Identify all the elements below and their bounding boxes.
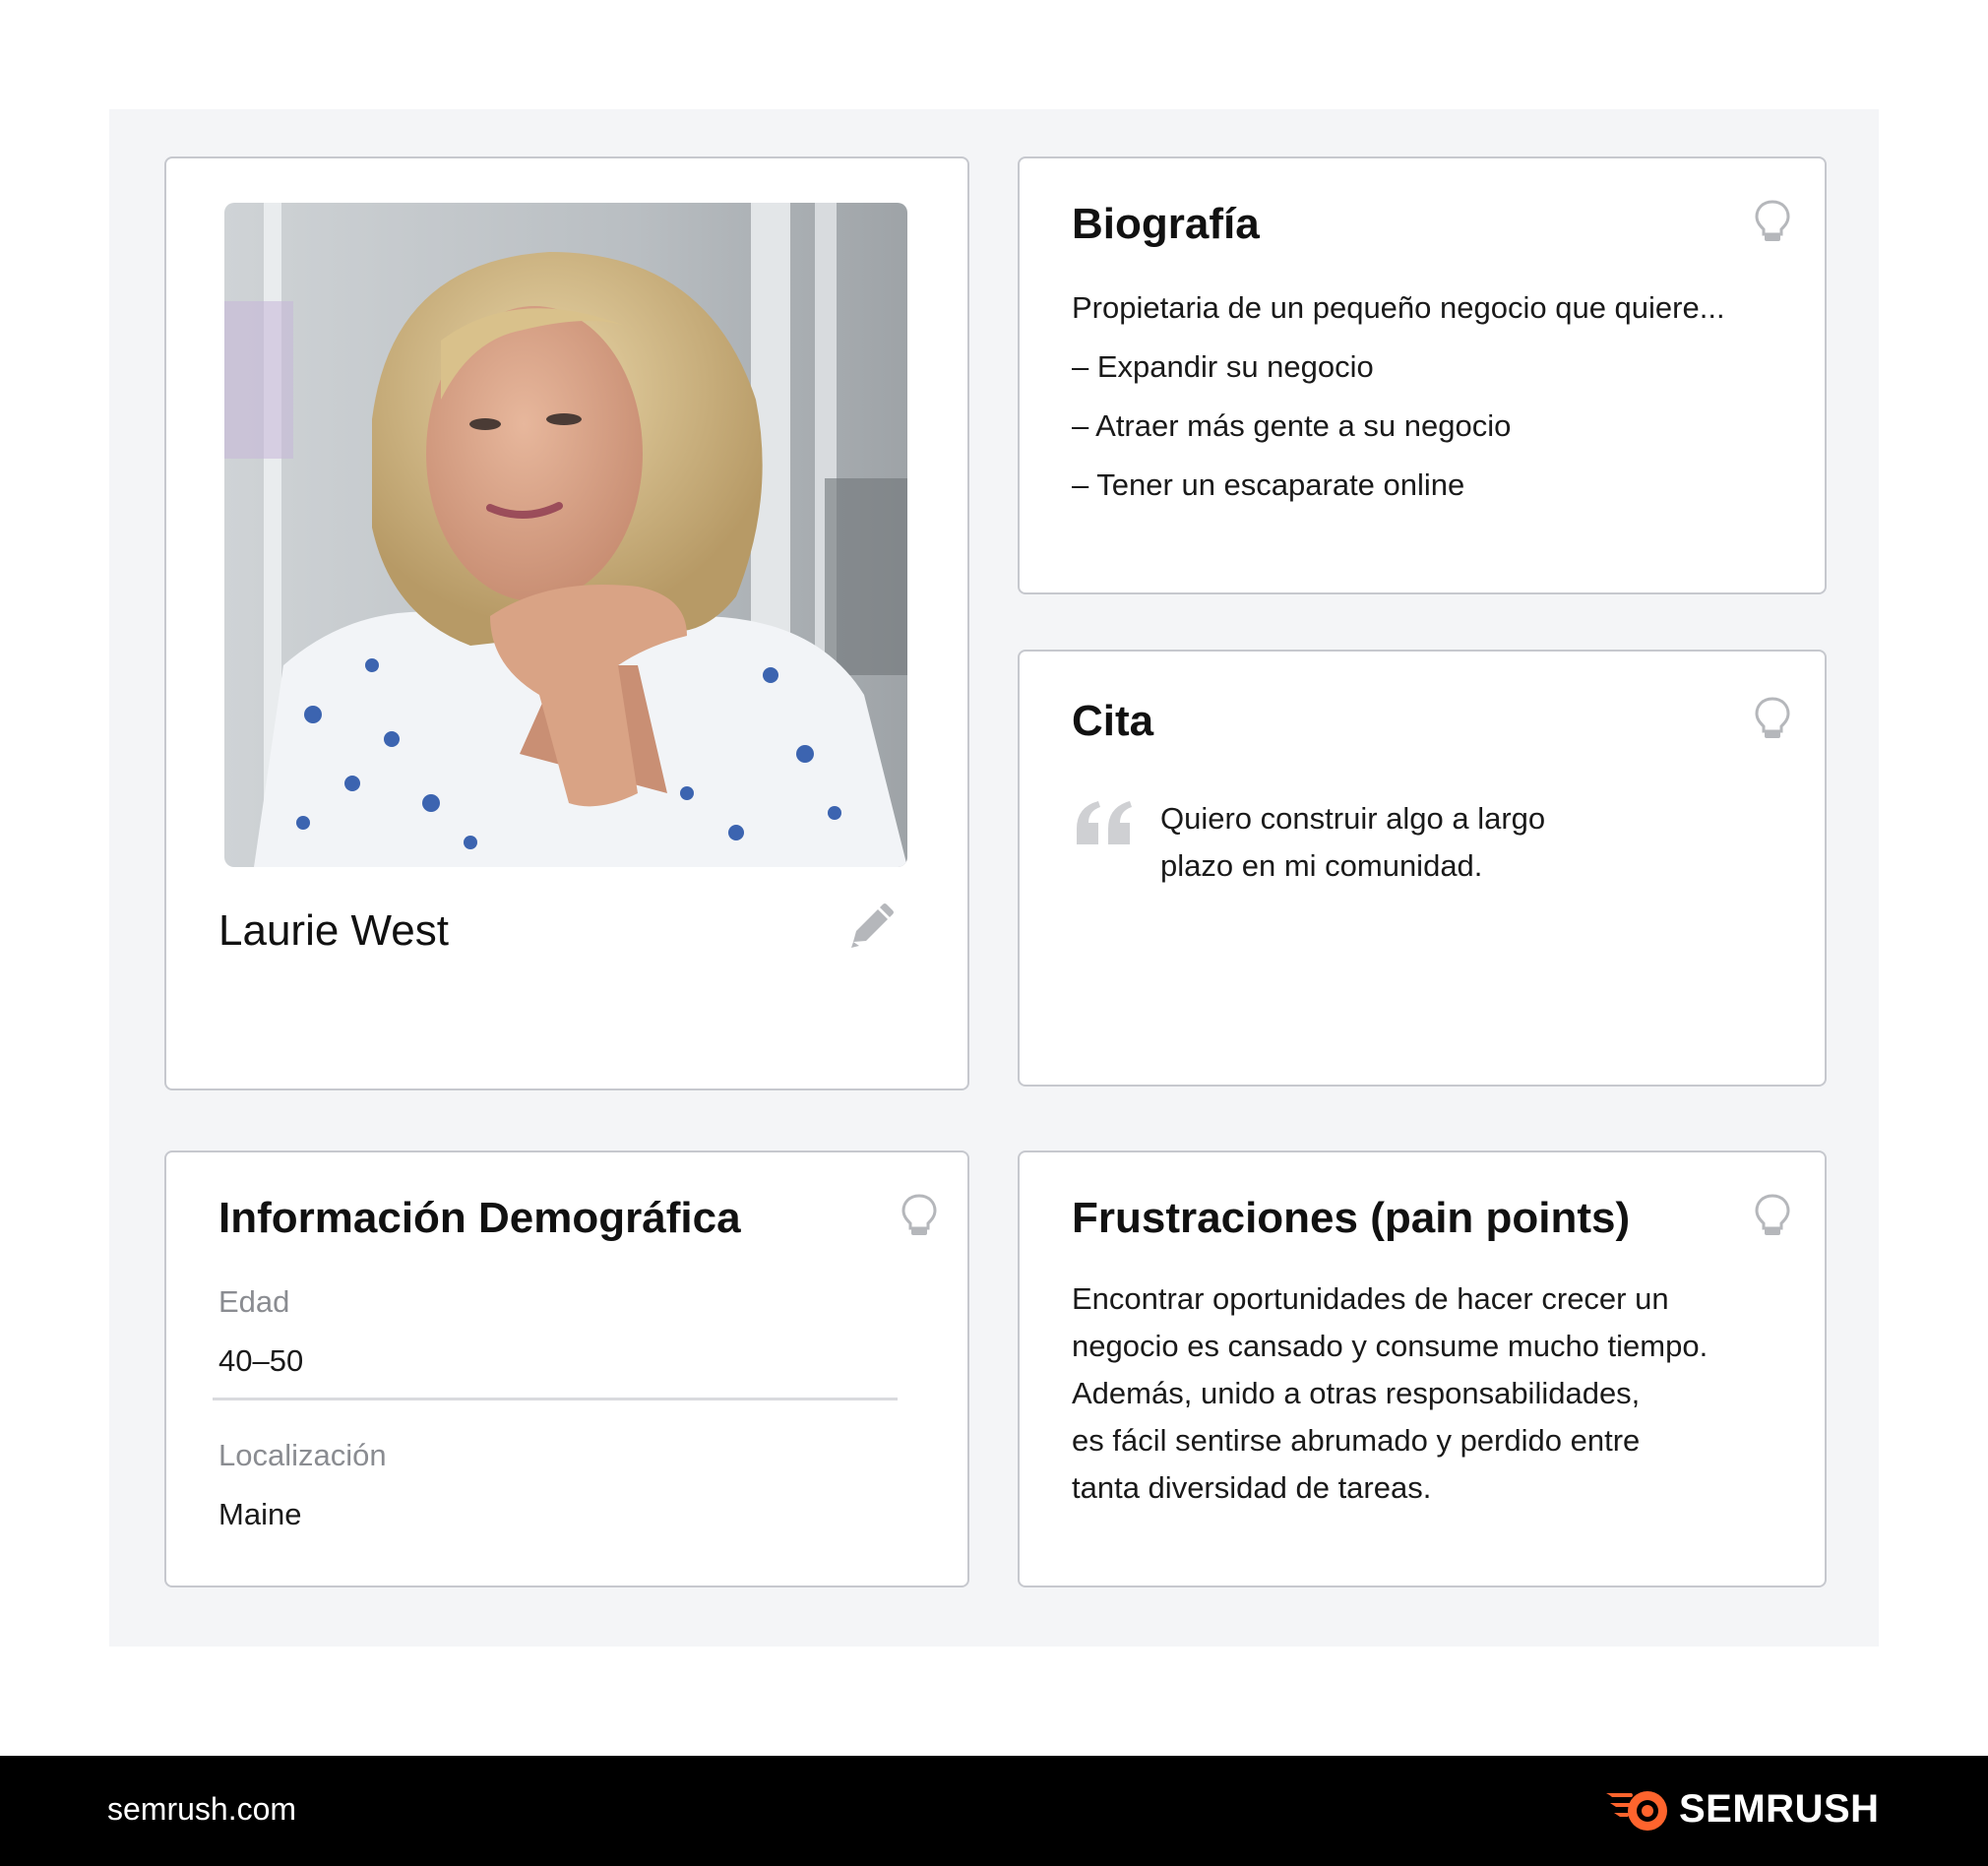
biography-item: – Atraer más gente a su negocio [1072, 408, 1512, 443]
frustrations-line: es fácil sentirse abrumado y perdido ent… [1072, 1423, 1641, 1458]
persona-photo [224, 203, 907, 867]
lightbulb-icon[interactable] [1755, 697, 1790, 740]
quote-line: Quiero construir algo a largo [1160, 801, 1546, 836]
portrait-photo-icon [224, 203, 907, 867]
persona-name: Laurie West [218, 906, 449, 955]
footer-url[interactable]: semrush.com [107, 1791, 296, 1828]
demographics-card: Información Demográfica Edad 40–50 Local… [164, 1151, 969, 1587]
quote-text: Quiero construir algo a largo plazo en m… [1160, 795, 1545, 890]
frustrations-line: Encontrar oportunidades de hacer crecer … [1072, 1281, 1669, 1316]
persona-canvas: Laurie West Biografía Propietaria de un … [109, 109, 1879, 1647]
footer: semrush.com SEMRUSH [0, 1756, 1988, 1866]
demographics-title: Información Demográfica [218, 1194, 741, 1242]
age-label: Edad [218, 1284, 290, 1319]
location-value: Maine [218, 1497, 302, 1531]
frustrations-line: negocio es cansado y consume mucho tiemp… [1072, 1329, 1708, 1363]
frustrations-title: Frustraciones (pain points) [1072, 1194, 1631, 1242]
biography-item: – Tener un escaparate online [1072, 467, 1465, 502]
field-divider [213, 1398, 898, 1400]
biography-intro: Propietaria de un pequeño negocio que qu… [1072, 290, 1725, 325]
frustrations-line: tanta diversidad de tareas. [1072, 1470, 1432, 1505]
semrush-logo[interactable]: SEMRUSH [1604, 1785, 1884, 1836]
profile-card: Laurie West [164, 156, 969, 1090]
quote-mark-icon [1077, 801, 1132, 844]
pencil-icon[interactable] [847, 902, 895, 950]
brand-name: SEMRUSH [1679, 1787, 1880, 1831]
frustrations-card: Frustraciones (pain points) Encontrar op… [1018, 1151, 1827, 1587]
frustrations-line: Además, unido a otras responsabilidades, [1072, 1376, 1641, 1410]
biography-card: Biografía Propietaria de un pequeño nego… [1018, 156, 1827, 594]
lightbulb-icon[interactable] [901, 1194, 937, 1237]
location-label: Localización [218, 1438, 387, 1472]
age-value: 40–50 [218, 1343, 304, 1378]
frustrations-text: Encontrar oportunidades de hacer crecer … [1072, 1275, 1708, 1512]
lightbulb-icon[interactable] [1755, 1194, 1790, 1237]
quote-title: Cita [1072, 697, 1154, 745]
semrush-flame-icon [1606, 1791, 1667, 1831]
biography-title: Biografía [1072, 200, 1260, 248]
biography-item: – Expandir su negocio [1072, 349, 1374, 384]
quote-line: plazo en mi comunidad. [1160, 848, 1483, 883]
quote-card: Cita Quiero construir algo a largo plazo… [1018, 650, 1827, 1087]
lightbulb-icon[interactable] [1755, 200, 1790, 243]
